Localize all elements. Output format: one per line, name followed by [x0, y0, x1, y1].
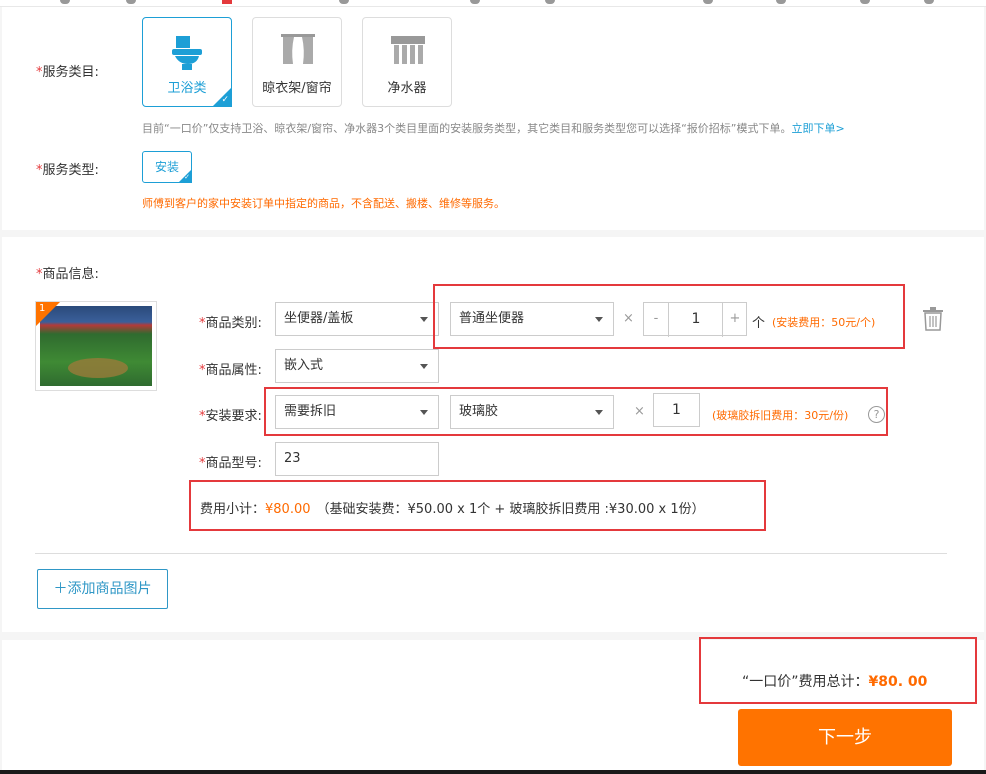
material-quantity-input[interactable]: 1	[653, 393, 700, 427]
times-sign: ×	[634, 404, 645, 419]
product-attribute-select[interactable]: 嵌入式	[275, 349, 439, 383]
footer-panel: “一口价”费用总计：¥80. 00 下一步	[2, 637, 984, 774]
field-logo	[68, 358, 128, 378]
product-panel: *商品信息: 1 *商品类别: 坐便器/盖板 普通坐便器 × - 1 + 个 (…	[2, 237, 984, 632]
next-step-button[interactable]: 下一步	[738, 709, 952, 766]
add-product-image-button[interactable]: ＋添加商品图片	[37, 569, 168, 609]
product-attribute-label: *商品属性:	[199, 363, 262, 378]
service-type-option-install[interactable]: 安装 ✓	[142, 151, 192, 183]
service-type-label: *服务类型:	[36, 163, 99, 178]
chevron-down-icon	[420, 410, 428, 415]
product-subcategory-value: 普通坐便器	[459, 311, 525, 326]
material-fee-note: (玻璃胶拆旧费用：30元/份)	[712, 409, 849, 422]
subtotal-detail: （基础安装费：¥50.00 x 1个 + 玻璃胶拆旧费用 :¥30.00 x 1…	[316, 502, 705, 517]
quantity-unit: 个	[752, 316, 766, 331]
increase-button[interactable]: +	[722, 303, 747, 337]
check-icon: ✓	[184, 173, 190, 181]
section-divider	[35, 553, 947, 554]
service-type-note: 师傅到客户的家中安装订单中指定的商品，不含配送、搬楼、维修等服务。	[142, 197, 505, 210]
category-note: 目前“一口价”仅支持卫浴、晾衣架/窗帘、净水器3个类目里面的安装服务类型，其它类…	[142, 122, 845, 135]
check-icon: ✓	[221, 95, 229, 105]
install-requirement-label: *安装要求:	[199, 409, 262, 424]
product-info-label: *商品信息:	[36, 267, 99, 282]
water-purifier-icon	[391, 36, 425, 68]
install-requirement-select[interactable]: 需要拆旧	[275, 395, 439, 429]
total-label: “一口价”费用总计：	[742, 674, 869, 690]
category-option-water-purifier[interactable]: 净水器	[362, 17, 452, 107]
times-sign: ×	[623, 311, 634, 326]
quick-order-link[interactable]: 立即下单>	[792, 122, 845, 135]
total-value: ¥80. 00	[868, 674, 928, 690]
chevron-down-icon	[420, 317, 428, 322]
material-select[interactable]: 玻璃胶	[450, 395, 614, 429]
help-icon[interactable]: ?	[868, 406, 885, 423]
chevron-down-icon	[595, 410, 603, 415]
category-option-curtain[interactable]: 晾衣架/窗帘	[252, 17, 342, 107]
total-line: “一口价”费用总计：¥80. 00	[742, 671, 927, 691]
plus-icon: ＋	[53, 581, 68, 597]
top-strip	[0, 0, 986, 7]
decrease-button[interactable]: -	[644, 303, 669, 337]
subtotal-label: 费用小计：	[200, 502, 266, 517]
quantity-input[interactable]: 1	[670, 303, 722, 337]
quantity-stepper[interactable]: - 1 +	[643, 302, 747, 337]
product-category-label: *商品类别:	[199, 316, 262, 331]
toilet-icon	[172, 36, 204, 74]
product-category-value: 坐便器/盖板	[284, 311, 354, 326]
product-subcategory-select[interactable]: 普通坐便器	[450, 302, 614, 336]
image-index-number: 1	[39, 303, 46, 314]
product-category-select[interactable]: 坐便器/盖板	[275, 302, 439, 336]
product-attribute-value: 嵌入式	[284, 358, 324, 373]
curtain-icon	[281, 34, 315, 68]
subtotal-line: 费用小计：¥80.00 （基础安装费：¥50.00 x 1个 + 玻璃胶拆旧费用 …	[200, 498, 705, 517]
bottom-bar	[0, 770, 986, 774]
service-category-label: *服务类目:	[36, 65, 99, 80]
install-requirement-value: 需要拆旧	[284, 404, 337, 419]
category-label: 净水器	[387, 81, 427, 96]
category-label: 晾衣架/窗帘	[262, 81, 332, 96]
service-panel: *服务类目: 卫浴类 ✓ 晾衣架/窗帘 净水器 目前“一口价”仅支持卫浴、晾衣架…	[2, 7, 984, 230]
top-tab-marker-active	[222, 0, 232, 4]
category-option-bathroom[interactable]: 卫浴类 ✓	[142, 17, 232, 107]
material-value: 玻璃胶	[459, 404, 499, 419]
add-product-image-label: 添加商品图片	[67, 581, 152, 597]
product-image-frame[interactable]: 1	[35, 301, 157, 391]
chevron-down-icon	[420, 364, 428, 369]
subtotal-value: ¥80.00	[265, 502, 311, 517]
trash-icon[interactable]	[922, 307, 944, 335]
chevron-down-icon	[595, 317, 603, 322]
install-fee-note: (安装费用：50元/个)	[772, 316, 876, 329]
product-model-label: *商品型号:	[199, 456, 262, 471]
product-model-input[interactable]: 23	[275, 442, 439, 476]
